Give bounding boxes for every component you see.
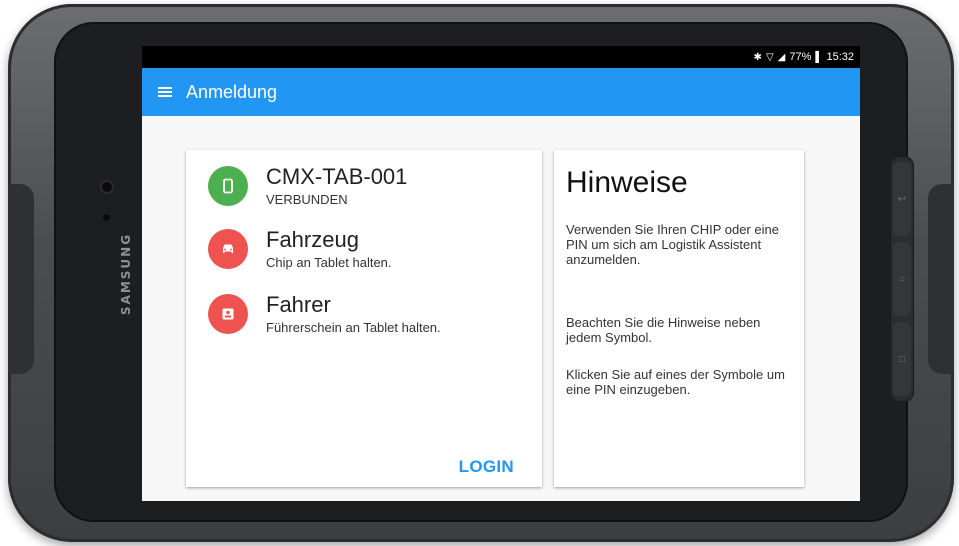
battery-icon: ▌ [815,51,823,63]
app-bar: Anmeldung [142,68,860,116]
bluetooth-icon: ✱ [753,51,762,63]
home-hardware-button[interactable]: ○ [893,242,911,316]
signal-icon: ◢ [777,51,786,63]
left-grip [8,184,34,374]
driver-hint: Führerschein an Tablet halten. [266,320,441,335]
driver-title: Fahrer [266,292,331,317]
login-card: CMX-TAB-001 VERBUNDEN Fahrzeug Chip an T… [186,150,542,487]
list-item-vehicle[interactable]: Fahrzeug Chip an Tablet halten. [208,227,392,271]
brand-logo: SAMSUNG [119,232,133,316]
back-hardware-button[interactable]: ↩ [893,162,911,236]
screen: ✱ ▽ ◢ 77% ▌ 15:32 Anmeldung CMX-TAB-001 … [142,46,860,501]
tablet-icon[interactable] [208,166,248,206]
status-bar: ✱ ▽ ◢ 77% ▌ 15:32 [142,46,860,68]
id-badge-icon[interactable] [208,294,248,334]
page-title: Anmeldung [186,81,278,102]
device-status: VERBUNDEN [266,192,348,207]
hardware-buttons: ↩ ○ □ [890,156,914,402]
recent-apps-hardware-button[interactable]: □ [893,322,911,396]
vehicle-title: Fahrzeug [266,227,359,252]
login-button[interactable]: LOGIN [459,457,514,477]
vehicle-hint: Chip an Tablet halten. [266,255,392,270]
wifi-icon: ▽ [765,51,774,63]
hints-card: Hinweise Verwenden Sie Ihren CHIP oder e… [554,150,804,487]
proximity-sensor-icon [103,214,110,221]
hint-paragraph: Beachten Sie die Hinweise neben jedem Sy… [566,315,761,345]
car-icon[interactable] [208,229,248,269]
device-name: CMX-TAB-001 [266,164,408,189]
hints-title: Hinweise [566,166,688,199]
status-time: 15:32 [826,51,854,63]
hint-paragraph: Verwenden Sie Ihren CHIP oder eine PIN u… [566,222,779,267]
right-grip [928,184,954,374]
hint-paragraph: Klicken Sie auf eines der Symbole um ein… [566,367,785,397]
list-item-device[interactable]: CMX-TAB-001 VERBUNDEN [208,164,407,208]
list-item-driver[interactable]: Fahrer Führerschein an Tablet halten. [208,292,441,336]
battery-percent: 77% [789,51,812,63]
hamburger-menu-icon[interactable] [158,87,172,97]
front-camera-icon [102,182,112,192]
